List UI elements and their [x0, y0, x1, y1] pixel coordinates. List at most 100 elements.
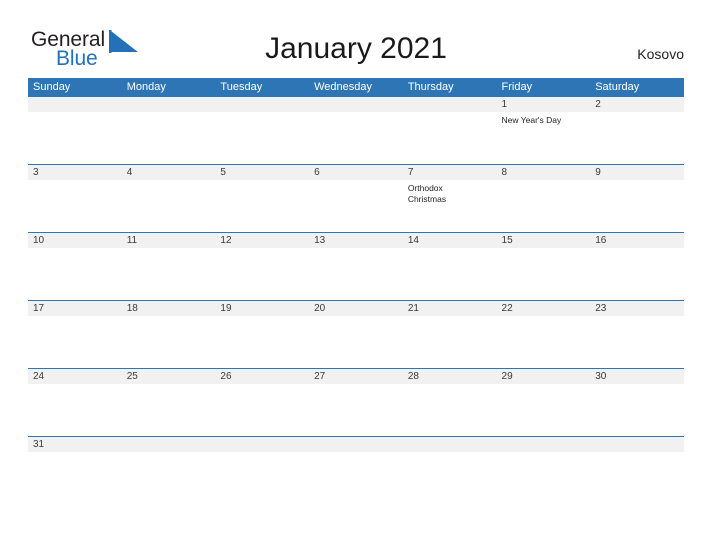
day-event [215, 316, 309, 368]
day-number[interactable] [309, 97, 403, 112]
day-number[interactable]: 31 [28, 437, 122, 452]
day-number[interactable]: 30 [590, 369, 684, 384]
day-number[interactable]: 27 [309, 369, 403, 384]
day-number[interactable] [403, 97, 497, 112]
week-row: 31 [28, 436, 684, 468]
day-event: New Year's Day [501, 115, 562, 125]
weekday-wednesday: Wednesday [314, 81, 372, 93]
day-number[interactable]: 17 [28, 301, 122, 316]
day-number[interactable]: 6 [309, 165, 403, 180]
day-number[interactable]: 22 [497, 301, 591, 316]
day-event [497, 316, 591, 368]
day-event [28, 180, 122, 232]
day-event [403, 248, 497, 300]
day-number[interactable]: 3 [28, 165, 122, 180]
day-number[interactable]: 1 [497, 97, 591, 112]
week-date-band: 31 [28, 437, 684, 452]
day-event [590, 248, 684, 300]
weekday-friday: Friday [501, 81, 533, 93]
day-number[interactable]: 10 [28, 233, 122, 248]
day-number[interactable]: 21 [403, 301, 497, 316]
day-number[interactable]: 9 [590, 165, 684, 180]
weekday-saturday: Saturday [595, 81, 640, 93]
day-event [215, 384, 309, 436]
day-number[interactable]: 7 [403, 165, 497, 180]
day-event [122, 180, 216, 232]
day-event [122, 248, 216, 300]
day-event [403, 384, 497, 436]
day-event [590, 452, 684, 468]
week-date-band: 24 25 26 27 28 29 30 [28, 369, 684, 384]
day-number[interactable] [28, 97, 122, 112]
day-number[interactable]: 2 [590, 97, 684, 112]
day-event [403, 316, 497, 368]
day-number[interactable]: 16 [590, 233, 684, 248]
day-event: Orthodox Christmas [407, 183, 447, 204]
week-row: 10 11 12 13 14 15 16 [28, 232, 684, 300]
week-event-band [28, 452, 684, 468]
page-header: General Blue January 2021 Kosovo [0, 0, 712, 76]
day-event [122, 384, 216, 436]
day-event [28, 452, 122, 468]
day-event [215, 248, 309, 300]
day-number[interactable] [215, 97, 309, 112]
day-number[interactable]: 18 [122, 301, 216, 316]
day-event [309, 248, 403, 300]
calendar-page: General Blue January 2021 Kosovo Sunday … [0, 0, 712, 550]
week-date-band: 3 4 5 6 7 8 9 [28, 165, 684, 180]
week-row: 17 18 19 20 21 22 23 [28, 300, 684, 368]
weekday-sunday: Sunday [33, 81, 71, 93]
day-number[interactable]: 5 [215, 165, 309, 180]
day-number[interactable]: 26 [215, 369, 309, 384]
day-event [122, 112, 216, 164]
weekday-tuesday: Tuesday [220, 81, 263, 93]
week-event-band: New Year's Day [28, 112, 684, 164]
day-number[interactable]: 20 [309, 301, 403, 316]
day-event [309, 112, 403, 164]
day-event [215, 112, 309, 164]
day-event [28, 248, 122, 300]
week-row: 1 2 New Year's Day [28, 97, 684, 164]
day-number[interactable]: 19 [215, 301, 309, 316]
week-date-band: 10 11 12 13 14 15 16 [28, 233, 684, 248]
day-event [122, 316, 216, 368]
day-event [497, 248, 591, 300]
day-number[interactable] [309, 437, 403, 452]
day-number[interactable]: 14 [403, 233, 497, 248]
day-number[interactable]: 11 [122, 233, 216, 248]
weekday-thursday: Thursday [407, 81, 454, 93]
day-number[interactable] [403, 437, 497, 452]
day-event [309, 180, 403, 232]
day-event [309, 384, 403, 436]
day-number[interactable] [122, 97, 216, 112]
week-row: 24 25 26 27 28 29 30 [28, 368, 684, 436]
day-number[interactable]: 25 [122, 369, 216, 384]
day-number[interactable] [122, 437, 216, 452]
day-event [122, 452, 216, 468]
day-number[interactable]: 13 [309, 233, 403, 248]
day-number[interactable] [590, 437, 684, 452]
day-number[interactable]: 24 [28, 369, 122, 384]
day-event [590, 180, 684, 232]
day-number[interactable] [215, 437, 309, 452]
day-number[interactable]: 29 [497, 369, 591, 384]
day-number[interactable]: 15 [497, 233, 591, 248]
day-number[interactable]: 28 [403, 369, 497, 384]
day-number[interactable]: 4 [122, 165, 216, 180]
week-event-band [28, 384, 684, 436]
country-label: Kosovo [637, 46, 684, 62]
calendar-grid: Sunday Monday Tuesday Wednesday Thursday… [28, 78, 684, 468]
day-number[interactable]: 23 [590, 301, 684, 316]
page-title: January 2021 [265, 32, 447, 65]
day-event [28, 384, 122, 436]
day-event [590, 112, 684, 164]
day-number[interactable]: 12 [215, 233, 309, 248]
day-event [215, 180, 309, 232]
day-number[interactable]: 8 [497, 165, 591, 180]
day-number[interactable] [497, 437, 591, 452]
weekday-header-row: Sunday Monday Tuesday Wednesday Thursday… [28, 78, 684, 97]
day-event [590, 384, 684, 436]
day-event [28, 316, 122, 368]
week-date-band: 17 18 19 20 21 22 23 [28, 301, 684, 316]
day-event [215, 452, 309, 468]
